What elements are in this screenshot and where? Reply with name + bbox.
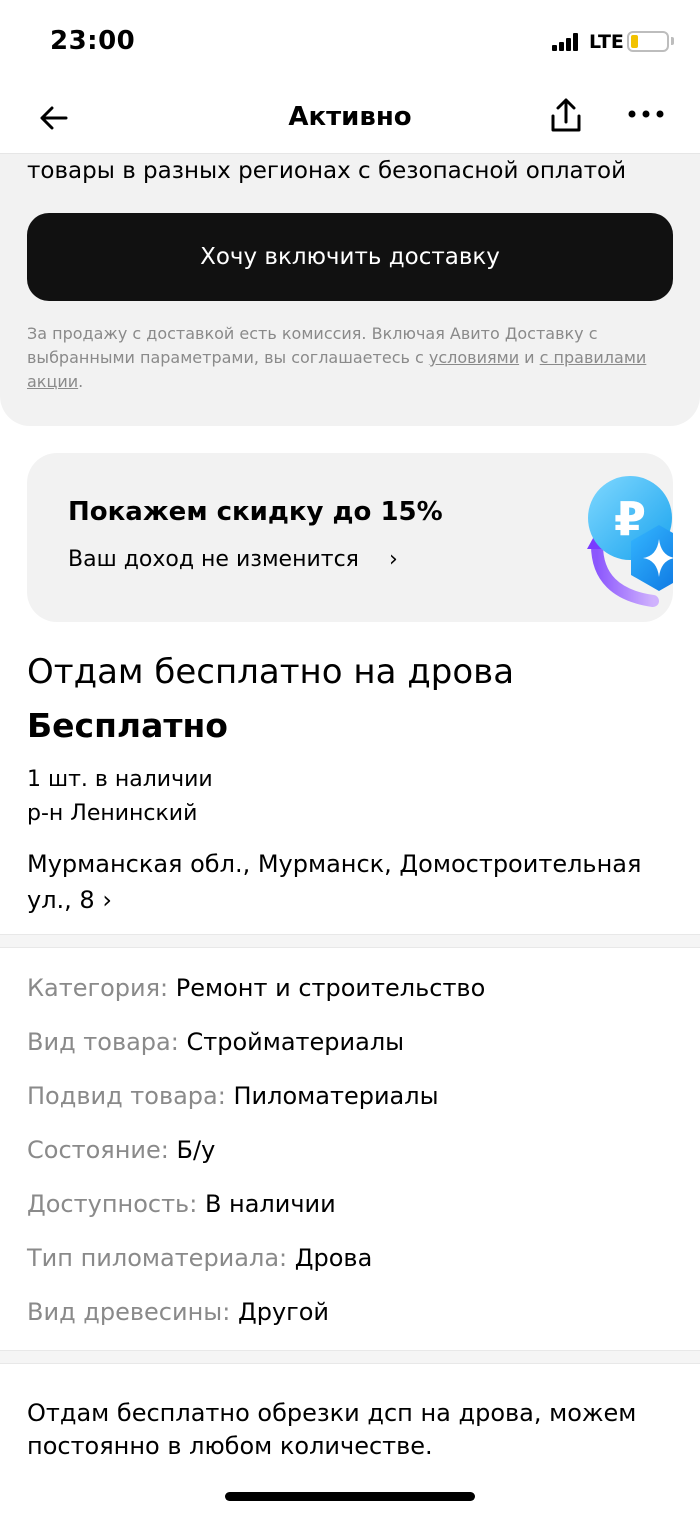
terms-conditions-link[interactable]: условиями [429, 348, 519, 367]
param-label: Тип пиломатериала: [27, 1244, 288, 1272]
status-bar: 23:00 LTE [0, 0, 700, 84]
chevron-right-icon: › [389, 547, 398, 572]
navigation-bar: Активно [0, 84, 700, 154]
param-value: Стройматериалы [186, 1028, 405, 1056]
discount-promo-card[interactable]: Покажем скидку до 15% Ваш доход не измен… [27, 453, 673, 622]
item-district: р-н Ленинский [27, 801, 198, 826]
network-type: LTE [589, 31, 624, 53]
delivery-description: товары в разных регионах с безопасной оп… [27, 158, 627, 184]
param-row: Подвид товара: Пиломатериалы [27, 1078, 677, 1132]
param-row: Тип пиломатериала: Дрова [27, 1240, 677, 1294]
param-value: Другой [237, 1298, 330, 1326]
promo-subtitle: Ваш доход не изменится [68, 547, 359, 572]
ruble-coin-icon: ₽ [587, 476, 673, 607]
delivery-terms: За продажу с доставкой есть комиссия. Вк… [27, 322, 677, 394]
status-time: 23:00 [50, 26, 136, 56]
param-value: В наличии [204, 1190, 336, 1218]
enable-delivery-button[interactable]: Хочу включить доставку [27, 213, 673, 301]
item-parameters: Категория: Ремонт и строительство Вид то… [27, 970, 677, 1348]
param-label: Состояние: [27, 1136, 169, 1164]
promo-title: Покажем скидку до 15% [68, 497, 443, 527]
item-address-link[interactable]: Мурманская обл., Мурманск, Домостроитель… [27, 846, 677, 918]
battery-icon [627, 31, 669, 52]
param-label: Подвид товара: [27, 1082, 226, 1110]
param-value: Б/у [176, 1136, 216, 1164]
item-price: Бесплатно [27, 706, 228, 745]
page-title: Активно [288, 102, 412, 132]
home-indicator [225, 1492, 475, 1501]
item-stock: 1 шт. в наличии [27, 767, 213, 792]
param-row: Вид товара: Стройматериалы [27, 1024, 677, 1078]
terms-and: и [519, 348, 540, 367]
param-value: Ремонт и строительство [175, 974, 486, 1002]
param-value: Пиломатериалы [233, 1082, 439, 1110]
param-value: Дрова [294, 1244, 373, 1272]
item-description: Отдам бесплатно обрезки дсп на дрова, мо… [27, 1399, 637, 1460]
section-divider [0, 934, 700, 948]
item-title: Отдам бесплатно на дрова [27, 652, 515, 692]
param-label: Доступность: [27, 1190, 198, 1218]
param-row: Категория: Ремонт и строительство [27, 970, 677, 1024]
section-divider [0, 1350, 700, 1364]
signal-icon [552, 33, 578, 51]
battery-cap [671, 37, 674, 45]
param-label: Вид древесины: [27, 1298, 231, 1326]
param-row: Доступность: В наличии [27, 1186, 677, 1240]
item-address: Мурманская обл., Мурманск, Домостроитель… [27, 850, 642, 914]
terms-end: . [78, 372, 84, 391]
param-row: Состояние: Б/у [27, 1132, 677, 1186]
share-icon[interactable] [548, 96, 584, 136]
battery-level [631, 35, 638, 48]
param-label: Вид товара: [27, 1028, 179, 1056]
chevron-right-icon: › [102, 886, 112, 914]
param-label: Категория: [27, 974, 169, 1002]
param-row: Вид древесины: Другой [27, 1294, 677, 1348]
more-horizontal-icon[interactable] [627, 107, 665, 121]
